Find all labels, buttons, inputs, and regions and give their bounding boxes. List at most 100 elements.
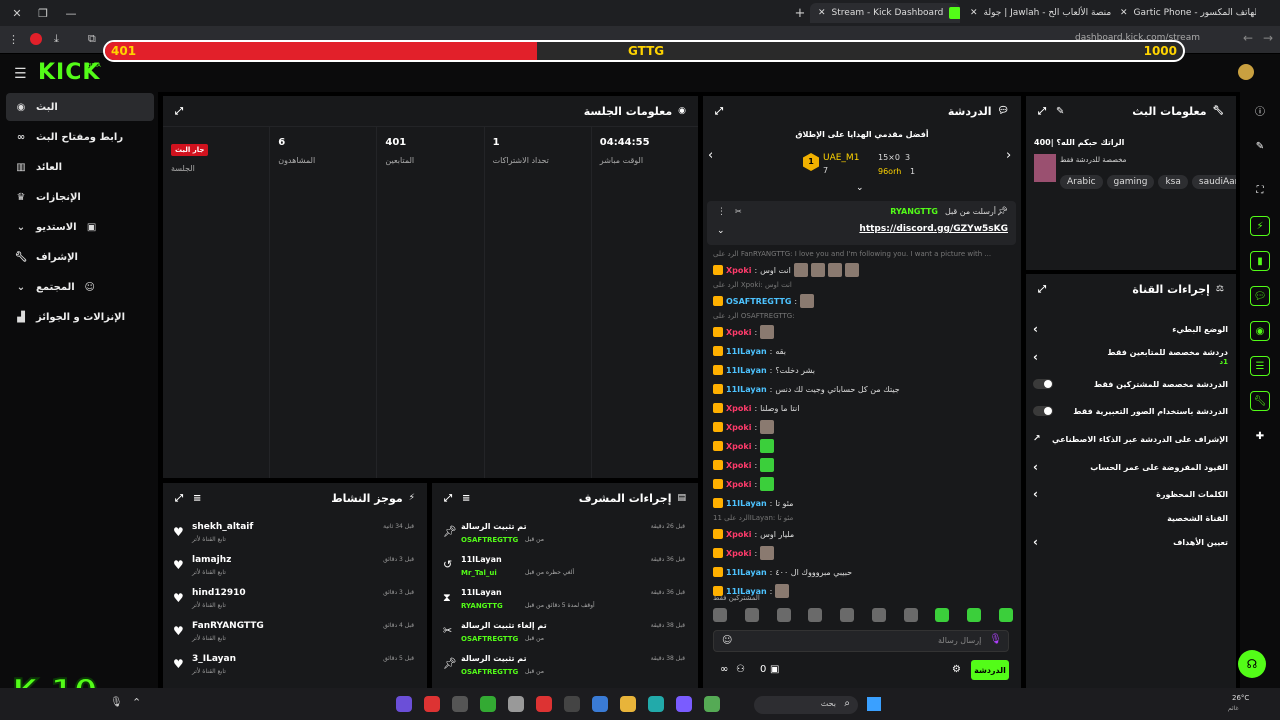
chat-message[interactable]: 11ILayan: xyxy=(713,583,1013,599)
add-widget-icon[interactable]: ✚ xyxy=(1250,426,1270,446)
toggle-switch[interactable] xyxy=(1033,406,1053,416)
mod-action-item[interactable]: ↺ 11ILayan Mr_Tal_ui ألغي حظره من قبل قبل 36… xyxy=(437,552,693,582)
shield-icon[interactable]: ▮ xyxy=(1250,251,1270,271)
expand-icon[interactable]: ⤢ xyxy=(444,493,452,504)
chat-message[interactable]: Xpoki: انت اوس xyxy=(713,262,1013,278)
gift-icon[interactable]: ▣ xyxy=(770,664,779,675)
unpin-icon[interactable]: ✂︎ xyxy=(735,207,742,216)
chat-username[interactable]: Xpoki xyxy=(726,549,751,558)
folder-icon[interactable] xyxy=(620,696,636,712)
mod-action-item[interactable]: 📌︎ تم تثبيت الرسالة OSAFTREGTTG من قبل قبل 3… xyxy=(437,651,693,681)
chat-username[interactable]: Xpoki xyxy=(726,266,751,275)
close-icon[interactable]: ✕ xyxy=(970,8,978,18)
avatar[interactable] xyxy=(1238,64,1254,80)
emote-icon[interactable] xyxy=(744,608,759,622)
tab-kick-dashboard[interactable]: ✕ Stream - Kick Dashboard xyxy=(810,3,960,23)
chevron-down-icon[interactable]: ⌄ xyxy=(717,226,725,236)
chat-username[interactable]: Xpoki xyxy=(726,328,751,337)
wrench-icon[interactable]: 🔧︎ xyxy=(1250,391,1270,411)
sidebar-item-drops[interactable]: الإنزالات و الجوائز ▟ xyxy=(6,303,154,331)
settings-icon[interactable] xyxy=(564,696,580,712)
info-icon[interactable]: ⓘ xyxy=(1250,100,1270,120)
emoji-icon[interactable]: ☺ xyxy=(722,635,732,646)
filter-icon[interactable]: ≡ xyxy=(462,493,470,504)
forward-icon[interactable]: ← xyxy=(1243,31,1253,45)
game-thumb-icon[interactable] xyxy=(704,696,720,712)
emote-icon[interactable] xyxy=(871,608,886,622)
users-icon[interactable]: ⚇ xyxy=(736,664,745,675)
send-chat-button[interactable]: الدردشة xyxy=(971,660,1009,680)
chevron-right-icon[interactable]: › xyxy=(1006,148,1011,163)
minimize-window-icon[interactable]: — xyxy=(64,6,78,20)
profile-icon[interactable] xyxy=(30,33,42,45)
emote-icon[interactable] xyxy=(967,608,982,622)
chat-username[interactable]: Xpoki xyxy=(726,480,751,489)
chat-message[interactable]: Xpoki: xyxy=(713,419,1013,435)
copilot-icon[interactable] xyxy=(396,696,412,712)
chat-message[interactable]: Xpoki: xyxy=(713,324,1013,340)
link-icon[interactable]: ∞ xyxy=(720,664,728,675)
emote-icon[interactable] xyxy=(998,608,1013,622)
chat-message[interactable]: Xpoki: xyxy=(713,457,1013,473)
support-icon[interactable]: ☊ xyxy=(1238,650,1266,678)
chevron-right-icon[interactable]: › xyxy=(1033,322,1038,336)
expand-icon[interactable]: ⤢ xyxy=(715,106,723,117)
filter-icon[interactable]: ≡ xyxy=(193,493,201,504)
tab-jawlah[interactable]: ✕ جولة | Jawlah - منصة الألعاب الح xyxy=(962,3,1112,23)
sidebar-item-stream[interactable]: البث ◉ xyxy=(6,93,154,121)
tag-chip[interactable]: ksa xyxy=(1158,175,1188,189)
mod-action-item[interactable]: ✂︎ تم إلغاء تثبيت الرسالة OSAFTREGTTG من قب… xyxy=(437,618,693,648)
sidebar-item-studio[interactable]: ▣ الاستديو ⌄ xyxy=(6,213,154,241)
chevron-right-icon[interactable]: › xyxy=(1033,460,1038,474)
emote-icon[interactable] xyxy=(808,608,823,622)
github-icon[interactable] xyxy=(508,696,524,712)
emote-icon[interactable] xyxy=(776,608,791,622)
expand-icon[interactable]: ⤢ xyxy=(175,493,183,504)
pinned-message[interactable]: 📌︎ أرسلت من قبل RYANGTTG ⋮ ✂︎ https://di… xyxy=(707,201,1016,245)
plus-icon[interactable]: + xyxy=(793,6,807,21)
tab-gartic[interactable]: ✕ Gartic Phone - الهاتف المكسور xyxy=(1112,3,1256,23)
download-icon[interactable]: ⤓ xyxy=(54,32,59,46)
chrome-icon[interactable] xyxy=(424,696,440,712)
chat-message[interactable]: Xpoki: xyxy=(713,476,1013,492)
close-icon[interactable]: ✕ xyxy=(818,8,826,18)
edit-icon[interactable]: ✎ xyxy=(1056,106,1064,117)
channel-action-row[interactable]: الدردشة مخصصة للمشتركين فقط xyxy=(1033,373,1228,395)
tag-chip[interactable]: saudiAarbi xyxy=(1191,175,1236,189)
edge-icon[interactable] xyxy=(648,696,664,712)
chat-username[interactable]: Xpoki xyxy=(726,461,751,470)
channel-action-row[interactable]: الوضع البطيء › xyxy=(1033,318,1228,340)
app-red-icon[interactable] xyxy=(536,696,552,712)
toggle-switch[interactable] xyxy=(1033,379,1053,389)
restore-window-icon[interactable]: ❐ xyxy=(36,6,50,20)
sidebar-item-achievements[interactable]: الإنجازات ♛ xyxy=(6,183,154,211)
chat-message[interactable]: Xpoki: مليار اوس xyxy=(713,526,1013,542)
bolt-icon[interactable]: ⚡︎ xyxy=(1250,216,1270,236)
crop-icon[interactable]: ⛶ xyxy=(1250,180,1270,200)
taskbar-search[interactable]: ⌕ بحث xyxy=(754,696,858,714)
hamburger-menu-icon[interactable]: ☰ xyxy=(14,66,27,82)
chevron-right-icon[interactable]: › xyxy=(1033,535,1038,549)
channel-action-row[interactable]: الدردشة باستخدام الصور التعبيرية فقط xyxy=(1033,400,1228,422)
chat-username[interactable]: Xpoki xyxy=(726,423,751,432)
chevron-right-icon[interactable]: › xyxy=(1033,487,1038,501)
chat-message[interactable]: 11ILayan: بشر دخلت؟ xyxy=(713,362,1013,378)
chat-username[interactable]: 11ILayan xyxy=(726,385,767,394)
chat-input[interactable]: ☺ إرسال رسالة 🎙︎ xyxy=(713,630,1009,652)
tag-chip[interactable]: Arabic xyxy=(1060,175,1103,189)
activity-item[interactable]: ♥ shekh_altaif تابع القناة لأتر قبل 34 ثاني… xyxy=(168,519,422,549)
edit-icon[interactable]: ✎ xyxy=(1250,136,1270,156)
activity-item[interactable]: ♥ hind12910 تابع القناة لأتر قبل 3 دقائق xyxy=(168,585,422,615)
sidebar-item-community[interactable]: ☺ المجتمع ⌄ xyxy=(6,273,154,301)
chat-bubble-icon[interactable]: 💬︎ xyxy=(1250,286,1270,306)
xbox-icon[interactable] xyxy=(480,696,496,712)
chat-username[interactable]: Xpoki xyxy=(726,530,751,539)
emote-icon[interactable] xyxy=(840,608,855,622)
sidebar-item-moderation[interactable]: الإشراف 🔧︎ xyxy=(6,243,154,271)
chevron-right-icon[interactable]: › xyxy=(1033,350,1038,364)
back-icon[interactable]: → xyxy=(1263,31,1273,45)
expand-icon[interactable]: ⤢ xyxy=(175,106,183,117)
pinned-link[interactable]: https://discord.gg/GZYw5sKG xyxy=(859,224,1008,234)
channel-action-row[interactable]: الكلمات المحظورة › xyxy=(1033,483,1228,505)
external-link-icon[interactable]: ↗ xyxy=(1033,434,1041,444)
